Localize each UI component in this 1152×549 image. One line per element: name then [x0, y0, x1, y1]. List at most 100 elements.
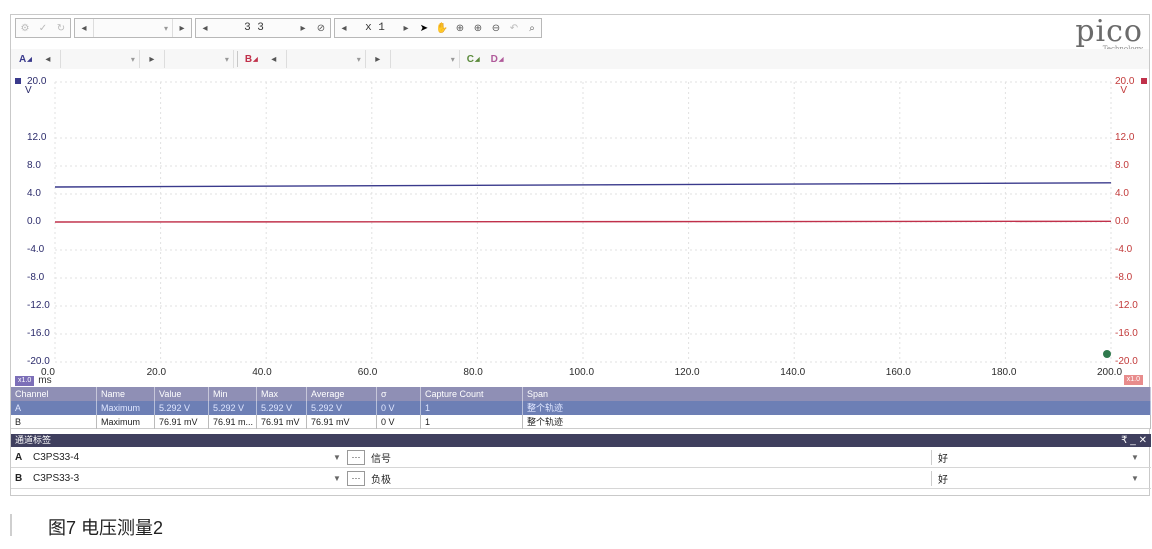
file-tools-group: ⚙ ✓ ↻ — [15, 18, 71, 38]
zoom-value[interactable]: x 1 — [353, 19, 397, 37]
channel-b-button[interactable]: B ◢ — [241, 50, 262, 68]
y-right-tick-label: 20.0 — [1115, 76, 1135, 87]
panel-window-controls[interactable]: ₹ _ ✕ — [1121, 434, 1147, 447]
zoom-in-icon[interactable]: ⊕ — [451, 19, 469, 37]
x-tick-label: 180.0 — [991, 367, 1017, 378]
undo-icon[interactable]: ↶ — [505, 19, 523, 37]
ellipsis-button[interactable]: ··· — [347, 470, 365, 486]
label-description[interactable]: 信号 — [371, 450, 931, 465]
ellipsis-button[interactable]: ··· — [347, 449, 365, 465]
channel-a-button[interactable]: A ◢ — [15, 50, 36, 68]
zoom-next-button[interactable]: ▸ — [397, 19, 415, 37]
timebase-prev-button[interactable]: ◂ — [196, 19, 214, 37]
pointer-icon[interactable]: ➤ — [415, 19, 433, 37]
y-right-tick-label: 0.0 — [1115, 216, 1129, 227]
timebase-next-button[interactable]: ▸ — [294, 19, 312, 37]
main-toolbar: ⚙ ✓ ↻ ◂ ▾ ▸ ◂ 3 3 ▸ ⊘ ◂ x 1 ▸ ➤ ✋ ⊕ ⊕ ⊖ … — [11, 17, 1149, 39]
channel-b-coupling-dropdown[interactable]: ▾ — [389, 50, 460, 68]
y-right-tick-label: -16.0 — [1115, 328, 1138, 339]
header-name[interactable]: Name — [97, 387, 155, 401]
channel-b-range-dropdown[interactable]: ▾ — [285, 50, 366, 68]
header-capture-count[interactable]: Capture Count — [421, 387, 523, 401]
caption-marker — [10, 514, 12, 536]
channel-c-label: C — [466, 53, 474, 65]
channel-a-axis-marker — [15, 78, 21, 84]
cell-span: 整个轨迹 — [523, 414, 1151, 429]
x-tick-label: 80.0 — [463, 367, 483, 378]
y-right-unit: V — [1120, 85, 1127, 96]
cell-span: 整个轨迹 — [523, 401, 1151, 415]
capture-dropdown[interactable]: ▾ — [93, 19, 173, 37]
compass-icon[interactable]: ⊘ — [312, 19, 330, 37]
channel-toolbar: A ◢ ◂ ▾ ▸ ▾ B ◢ ◂ ▾ ▸ ▾ C ◢ D ◢ — [11, 49, 1149, 69]
next-arrow-icon[interactable]: ▸ — [173, 19, 191, 37]
panel-title: 通道标签 — [15, 435, 52, 445]
x-tick-label: 140.0 — [780, 367, 806, 378]
channel-d-button[interactable]: D ◢ — [487, 50, 508, 68]
x-tick-label: 120.0 — [674, 367, 700, 378]
channel-a-range-dropdown[interactable]: ▾ — [59, 50, 140, 68]
channel-b-prev[interactable]: ◂ — [265, 50, 283, 68]
zoom-fit-icon[interactable]: ⌕ — [523, 19, 541, 37]
header-sigma[interactable]: σ — [377, 387, 421, 401]
chevron-down-icon[interactable]: ▼ — [1131, 453, 1145, 462]
channel-a-prev[interactable]: ◂ — [39, 50, 57, 68]
cell-channel: B — [11, 414, 97, 429]
y-left-tick-label: -20.0 — [27, 356, 50, 367]
label-row-a[interactable]: A C3PS33-4 ▼ ··· 信号 好 ▼ — [11, 447, 1151, 468]
header-average[interactable]: Average — [307, 387, 377, 401]
timebase-value[interactable]: 3 3 — [214, 19, 294, 37]
panel-title-bar: 通道标签 ₹ _ ✕ — [11, 434, 1151, 447]
x-tick-label: 20.0 — [146, 367, 167, 378]
cell-capture-count: 1 — [421, 401, 523, 415]
hand-icon[interactable]: ✋ — [433, 19, 451, 37]
table-row[interactable]: A Maximum 5.292 V 5.292 V 5.292 V 5.292 … — [11, 401, 1151, 415]
check-icon[interactable]: ✓ — [34, 19, 52, 37]
label-state[interactable]: 好 — [931, 470, 1131, 486]
figure-caption: 图7 电压测量2 — [48, 518, 164, 538]
header-min[interactable]: Min — [209, 387, 257, 401]
x-axis-footer: x1.0 ms — [15, 375, 52, 386]
refresh-icon[interactable]: ↻ — [52, 19, 70, 37]
chevron-down-icon[interactable]: ▼ — [1131, 474, 1145, 483]
table-row[interactable]: B Maximum 76.91 mV 76.91 m... 76.91 mV 7… — [11, 414, 1151, 429]
plot-canvas — [15, 78, 1147, 363]
y-left-tick-label: 20.0 — [27, 76, 47, 87]
zoom-plus-icon[interactable]: ⊕ — [469, 19, 487, 37]
channel-b-next[interactable]: ▸ — [369, 50, 387, 68]
y-right-tick-label: -20.0 — [1115, 356, 1138, 367]
measurements-header: Channel Name Value Min Max Average σ Cap… — [11, 387, 1151, 401]
header-span[interactable]: Span — [523, 387, 1151, 401]
zoom-prev-button[interactable]: ◂ — [335, 19, 353, 37]
label-name[interactable]: C3PS33-3 — [33, 473, 333, 484]
label-row-b[interactable]: B C3PS33-3 ▼ ··· 负极 好 ▼ — [11, 468, 1151, 489]
x-zoom-badge[interactable]: x1.0 — [15, 375, 35, 386]
pico-logo: pico Technology — [1075, 15, 1143, 54]
x-axis-unit: ms — [38, 375, 52, 386]
picoscope-window: ⚙ ✓ ↻ ◂ ▾ ▸ ◂ 3 3 ▸ ⊘ ◂ x 1 ▸ ➤ ✋ ⊕ ⊕ ⊖ … — [10, 14, 1151, 496]
x-tick-label: 100.0 — [569, 367, 595, 378]
channel-a-coupling-dropdown[interactable]: ▾ — [163, 50, 234, 68]
zoom-out-icon[interactable]: ⊖ — [487, 19, 505, 37]
chevron-down-icon[interactable]: ▼ — [333, 474, 347, 483]
y-left-tick-label: 0.0 — [27, 216, 41, 227]
right-zoom-badge[interactable]: x1.0 — [1123, 375, 1143, 385]
cell-min: 5.292 V — [209, 401, 257, 415]
settings-icon[interactable]: ⚙ — [16, 19, 34, 37]
channel-a-next[interactable]: ▸ — [143, 50, 161, 68]
label-state[interactable]: 好 — [931, 449, 1131, 465]
label-name[interactable]: C3PS33-4 — [33, 452, 333, 463]
chevron-down-icon[interactable]: ▼ — [333, 453, 347, 462]
channel-c-button[interactable]: C ◢ — [463, 50, 484, 68]
channel-labels-panel: 通道标签 ₹ _ ✕ A C3PS33-4 ▼ ··· 信号 好 ▼ B C3P… — [11, 434, 1151, 489]
label-description[interactable]: 负极 — [371, 471, 931, 486]
y-left-tick-label: 4.0 — [27, 188, 41, 199]
y-left-tick-label: -8.0 — [27, 272, 45, 283]
prev-arrow-icon[interactable]: ◂ — [75, 19, 93, 37]
y-right-tick-label: -12.0 — [1115, 300, 1138, 311]
header-channel[interactable]: Channel — [11, 387, 97, 401]
measurements-table: Channel Name Value Min Max Average σ Cap… — [11, 387, 1151, 429]
scope-plot[interactable]: V V 0.0 20.0 40.0 60.0 80.0 100.0 120.0 140.0 16… — [11, 72, 1151, 378]
header-value[interactable]: Value — [155, 387, 209, 401]
header-max[interactable]: Max — [257, 387, 307, 401]
